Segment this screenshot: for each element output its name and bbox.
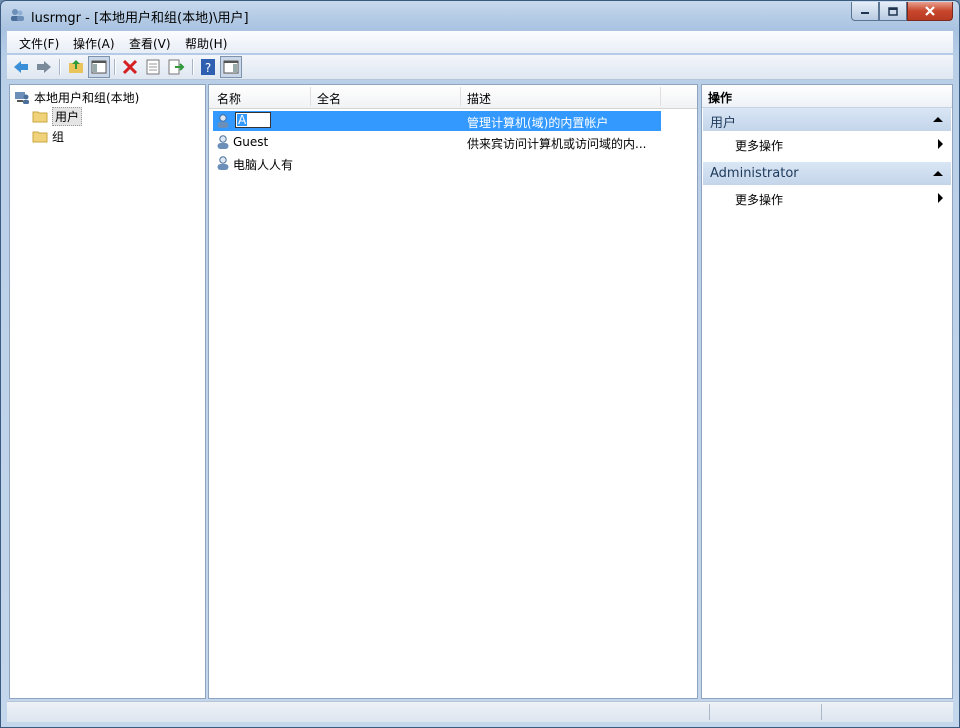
- actions-title-label: 操作: [708, 91, 733, 105]
- user-icon: [217, 156, 229, 170]
- delete-icon[interactable]: [121, 58, 139, 76]
- properties-icon[interactable]: [144, 58, 162, 76]
- more-actions-item[interactable]: 更多操作: [703, 187, 951, 209]
- close-icon: [925, 6, 935, 16]
- menu-file[interactable]: 文件(F): [19, 35, 59, 52]
- tree-item-label: 组: [52, 129, 65, 144]
- show-hide-tree-icon: [91, 60, 107, 74]
- back-arrow-icon[interactable]: [12, 58, 30, 76]
- column-separator[interactable]: [460, 87, 461, 106]
- close-button[interactable]: [907, 2, 953, 21]
- toolbar: ?: [7, 55, 953, 80]
- user-list: 名称 全名 描述 A 管理计算机(域)的内置帐户 Guest 供来宾访问计算机或…: [208, 84, 698, 699]
- restore-button[interactable]: [879, 2, 907, 21]
- show-hide-action-pane-icon: [223, 60, 239, 74]
- user-name: 电脑人人有: [233, 158, 294, 172]
- list-header: 名称 全名 描述: [209, 85, 697, 109]
- column-header-name[interactable]: 名称: [217, 90, 241, 107]
- forward-arrow-icon[interactable]: [35, 58, 53, 76]
- help-icon[interactable]: ?: [199, 58, 217, 76]
- svg-text:?: ?: [205, 61, 211, 75]
- more-actions-item[interactable]: 更多操作: [703, 133, 951, 155]
- column-separator[interactable]: [310, 87, 311, 106]
- menu-bar: 文件(F) 操作(A) 查看(V) 帮助(H): [7, 31, 953, 53]
- actions-section-users[interactable]: 用户: [703, 108, 951, 131]
- status-divider: [709, 704, 710, 720]
- collapse-triangle-icon[interactable]: [933, 117, 943, 122]
- minimize-icon: [861, 12, 869, 14]
- user-description: 管理计算机(域)的内置帐户: [467, 116, 609, 130]
- tree-root-label: 本地用户和组(本地): [34, 90, 140, 105]
- computer-users-icon: [15, 92, 29, 104]
- section-label: 用户: [710, 116, 737, 131]
- actions-title: 操作: [702, 85, 952, 108]
- folder-icon: [32, 111, 48, 123]
- restore-icon: [888, 7, 898, 16]
- collapse-triangle-icon[interactable]: [933, 171, 943, 176]
- tree-root[interactable]: 本地用户和组(本地): [14, 88, 139, 106]
- user-icon: [217, 114, 229, 128]
- caption-buttons: [851, 2, 953, 21]
- submenu-arrow-icon: [938, 139, 943, 149]
- column-header-description[interactable]: 描述: [467, 90, 491, 107]
- menu-view[interactable]: 查看(V): [129, 35, 171, 52]
- submenu-arrow-icon: [938, 193, 943, 203]
- folder-icon: [32, 131, 48, 143]
- table-row[interactable]: 电脑人人有: [213, 153, 661, 173]
- users-app-icon: [11, 9, 24, 21]
- table-row[interactable]: A 管理计算机(域)的内置帐户: [213, 111, 661, 131]
- table-row[interactable]: Guest 供来宾访问计算机或访问域的内...: [213, 132, 661, 152]
- column-separator[interactable]: [660, 87, 661, 106]
- column-header-fullname[interactable]: 全名: [317, 90, 341, 107]
- show-hide-tree-button[interactable]: [88, 56, 110, 78]
- status-bar: [7, 701, 953, 722]
- actions-pane: 操作 用户 更多操作 Administrator 更多操作: [701, 84, 953, 699]
- actions-section-administrator[interactable]: Administrator: [703, 162, 951, 185]
- title-bar[interactable]: lusrmgr - [本地用户和组(本地)\用户]: [1, 1, 959, 29]
- more-actions-label: 更多操作: [735, 139, 784, 153]
- menu-action[interactable]: 操作(A): [73, 35, 115, 52]
- export-list-icon[interactable]: [167, 58, 185, 76]
- status-divider: [821, 704, 822, 720]
- show-hide-action-pane-button[interactable]: [220, 56, 242, 78]
- menu-help[interactable]: 帮助(H): [185, 35, 227, 52]
- console-tree: 本地用户和组(本地) 用户 组: [9, 84, 206, 699]
- rename-input[interactable]: A: [235, 112, 271, 128]
- more-actions-label: 更多操作: [735, 193, 784, 207]
- tree-item-groups[interactable]: 组: [32, 127, 64, 145]
- toolbar-separator: [192, 59, 194, 75]
- up-folder-icon[interactable]: [67, 58, 85, 76]
- user-name: Guest: [233, 135, 269, 149]
- section-label: Administrator: [710, 166, 799, 181]
- tree-item-label: 用户: [52, 106, 83, 126]
- rename-input-text: A: [237, 113, 248, 127]
- tree-item-users[interactable]: 用户: [32, 106, 83, 126]
- minimize-button[interactable]: [851, 2, 879, 21]
- user-description: 供来宾访问计算机或访问域的内...: [467, 137, 647, 151]
- mmc-window: lusrmgr - [本地用户和组(本地)\用户] 文件(F) 操作(A) 查看…: [0, 0, 960, 728]
- toolbar-separator: [59, 59, 61, 75]
- user-icon: [217, 135, 229, 149]
- window-title: lusrmgr - [本地用户和组(本地)\用户]: [31, 11, 249, 26]
- toolbar-separator: [114, 59, 116, 75]
